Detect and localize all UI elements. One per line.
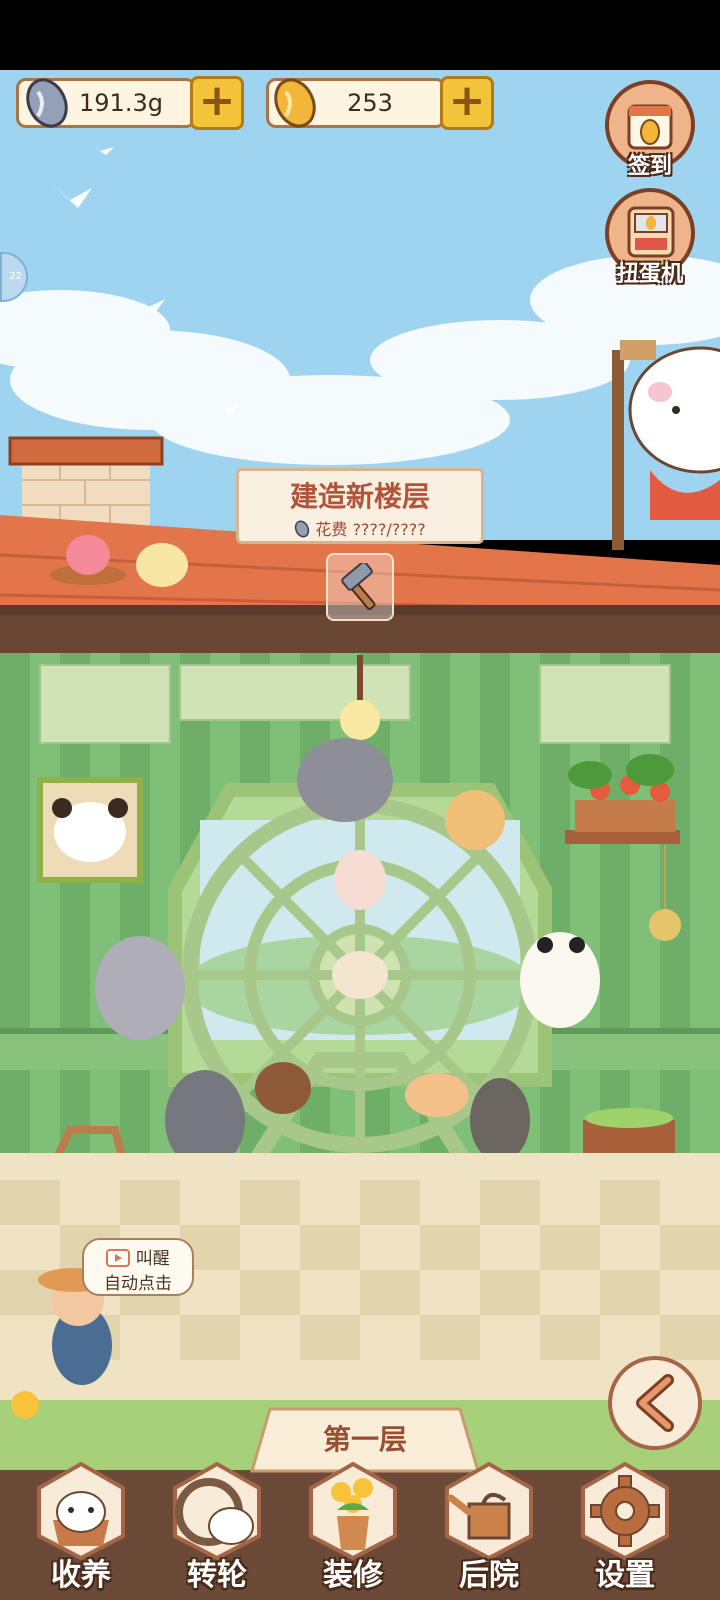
checkin-label: 签到 bbox=[627, 154, 672, 179]
checkin-button[interactable]: 签到 bbox=[595, 80, 705, 180]
video-play-icon bbox=[106, 1249, 131, 1267]
nav-adopt-label: 收养 bbox=[51, 1558, 111, 1593]
wake-auto-click-bubble[interactable]: 叫醒 自动点击 bbox=[82, 1238, 194, 1296]
chevron-left-icon bbox=[636, 1374, 674, 1432]
nav-backyard[interactable]: 后院 bbox=[434, 1460, 544, 1593]
flower-vase-icon bbox=[309, 1461, 397, 1560]
gacha-button[interactable]: 扭蛋机 bbox=[595, 188, 705, 288]
nav-settings[interactable]: 设置 bbox=[570, 1460, 680, 1593]
nav-adopt[interactable]: 收养 bbox=[26, 1460, 136, 1593]
gacha-machine-icon bbox=[627, 206, 675, 258]
sunflower-seed-icon bbox=[26, 78, 68, 128]
nav-settings-label: 设置 bbox=[595, 1558, 655, 1593]
wheel-hamster-icon bbox=[173, 1461, 261, 1560]
build-floor-cost: 花费 ????/???? bbox=[239, 516, 481, 540]
golden-seed-icon bbox=[274, 78, 316, 128]
gold-seeds-counter: 253 bbox=[266, 78, 446, 128]
nav-wheel[interactable]: 转轮 bbox=[162, 1460, 272, 1593]
back-button[interactable] bbox=[608, 1356, 702, 1450]
nav-decorate-label: 装修 bbox=[323, 1558, 383, 1593]
seed-cost-icon bbox=[295, 520, 310, 538]
hamster-cup-icon bbox=[37, 1461, 125, 1560]
gacha-label: 扭蛋机 bbox=[616, 262, 683, 287]
hammer-icon bbox=[341, 563, 376, 611]
nav-wheel-label: 转轮 bbox=[187, 1558, 247, 1593]
nav-backyard-label: 后院 bbox=[459, 1558, 519, 1593]
bubble-line2: 自动点击 bbox=[104, 1274, 172, 1294]
add-seeds-button[interactable]: + bbox=[190, 76, 244, 130]
nav-decorate[interactable]: 装修 bbox=[298, 1460, 408, 1593]
watering-can-icon bbox=[445, 1461, 533, 1560]
gear-icon bbox=[581, 1461, 669, 1560]
cost-value: ????/???? bbox=[352, 520, 426, 539]
calendar-seed-icon bbox=[627, 104, 673, 150]
cost-label: 花费 bbox=[315, 520, 348, 539]
seeds-counter: 191.3g bbox=[16, 78, 196, 128]
build-hammer-button[interactable] bbox=[326, 553, 394, 621]
build-floor-title: 建造新楼层 bbox=[289, 480, 430, 513]
build-floor-panel[interactable]: 建造新楼层 花费 ????/???? bbox=[236, 468, 484, 544]
add-gold-seeds-button[interactable]: + bbox=[440, 76, 494, 130]
bubble-line1: 叫醒 bbox=[135, 1249, 170, 1269]
